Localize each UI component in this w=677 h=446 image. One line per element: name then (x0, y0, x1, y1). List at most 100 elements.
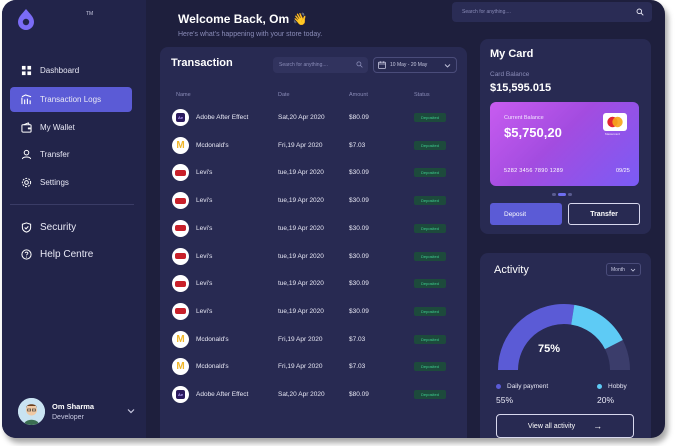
sidebar-item-label: Security (40, 222, 77, 233)
row-name: Levi's (196, 252, 213, 260)
row-date: Sat,20 Apr 2020 (278, 114, 325, 121)
legend-label: Daily payment (507, 383, 549, 390)
legend-hobby: Hobby 20% (597, 383, 627, 405)
chevron-down-icon[interactable] (126, 406, 136, 416)
carousel-dot[interactable] (568, 193, 572, 196)
card-balance-label: Card Balance (490, 71, 530, 78)
period-select[interactable]: Month (606, 263, 641, 276)
row-date: Sat,20 Apr 2020 (278, 391, 325, 398)
carousel-indicator[interactable] (552, 193, 572, 196)
sidebar-item-my-wallet[interactable]: My Wallet (10, 115, 132, 140)
shield-icon (20, 222, 32, 234)
sidebar-item-label: Settings (40, 178, 69, 187)
legend-value: 55% (496, 395, 514, 405)
row-amount: $7.03 (349, 335, 366, 343)
sidebar-item-settings[interactable]: Settings (10, 170, 132, 195)
row-amount: $30.09 (349, 280, 369, 288)
sidebar-item-transaction-logs[interactable]: Transaction Logs (10, 87, 132, 112)
carousel-dot[interactable] (552, 193, 556, 196)
row-name: Levi's (196, 169, 213, 177)
card-expiry: 09/25 (616, 168, 630, 174)
table-row[interactable]: Ae Adobe After Effect Sat,20 Apr 2020 $80.0… (160, 381, 467, 409)
app-window: TM Dashboard Transaction Logs My Wallet … (2, 0, 665, 438)
date-range-select[interactable]: 10 May - 20 May (373, 57, 457, 73)
table-row[interactable]: Levi's tue,19 Apr 2020 $30.09 Deposited (160, 270, 467, 298)
transaction-panel: Transaction Search for anything.... 10 M… (160, 47, 467, 438)
logo-icon (18, 9, 34, 30)
table-row[interactable]: Levi's tue,19 Apr 2020 $30.09 Deposited (160, 298, 467, 326)
search-icon[interactable] (636, 8, 644, 16)
gauge-percent: 75% (538, 343, 561, 355)
deposit-button[interactable]: Deposit (490, 203, 562, 225)
column-header-status: Status (414, 92, 430, 98)
sidebar-item-transfer[interactable]: Transfer (10, 142, 132, 167)
transaction-search-input[interactable]: Search for anything.... (273, 57, 368, 73)
sidebar-item-help-centre[interactable]: Help Centre (10, 242, 132, 267)
credit-card[interactable]: Current Balance $5,750,20 Mastercard 528… (490, 102, 639, 186)
table-row[interactable]: Levi's tue,19 Apr 2020 $30.09 Deposited (160, 187, 467, 215)
chart-icon (20, 94, 32, 106)
view-all-activity-button[interactable]: View all activity → (496, 414, 634, 438)
sidebar-item-security[interactable]: Security (10, 215, 132, 240)
current-balance-value: $5,750,20 (504, 125, 562, 140)
status-badge: Deposited (414, 306, 446, 316)
adobe-logo-icon: Ae (172, 386, 189, 403)
row-name: Mcdonald's (196, 141, 229, 149)
sidebar-item-dashboard[interactable]: Dashboard (10, 58, 132, 83)
status-badge: Deposited (414, 196, 446, 206)
gauge-hobby-segment (570, 304, 623, 350)
table-row[interactable]: Levi's tue,19 Apr 2020 $30.09 Deposited (160, 159, 467, 187)
user-profile[interactable]: Om Sharma Developer (18, 398, 138, 426)
gauge-daily-segment (498, 304, 575, 371)
status-badge: Deposited (414, 223, 446, 233)
sidebar-item-label: Help Centre (40, 249, 94, 260)
status-badge: Deposited (414, 140, 446, 150)
row-date: tue,19 Apr 2020 (278, 252, 324, 260)
chevron-down-icon (630, 268, 636, 272)
row-date: tue,19 Apr 2020 (278, 197, 324, 205)
mcdonalds-logo-icon: M (172, 136, 189, 154)
row-amount: $30.09 (349, 197, 369, 205)
adobe-logo-icon: Ae (172, 109, 189, 126)
row-amount: $80.09 (349, 114, 369, 121)
status-badge: Deposited (414, 168, 446, 178)
table-row[interactable]: Ae Adobe After Effect Sat,20 Apr 2020 $80.0… (160, 104, 467, 132)
transfer-button[interactable]: Transfer (568, 203, 640, 225)
table-row[interactable]: M Mcdonald's Fri,19 Apr 2020 $7.03 Deposited (160, 353, 467, 381)
page-subtitle: Here's what's happening with your store … (178, 31, 323, 38)
card-balance-value: $15,595.015 (490, 82, 552, 94)
profile-role: Developer (52, 414, 84, 421)
my-card-panel: My Card Card Balance $15,595.015 Current… (480, 39, 651, 234)
mastercard-icon (603, 113, 627, 131)
chevron-down-icon (444, 64, 451, 68)
status-badge: Deposited (414, 390, 446, 399)
row-name: Levi's (196, 307, 213, 315)
card-brand-text: Mastercard (605, 132, 621, 136)
calendar-icon (378, 61, 386, 69)
avatar (18, 398, 45, 425)
arrow-right-icon: → (593, 421, 603, 431)
view-all-label: View all activity (527, 422, 576, 430)
levis-logo-icon (172, 247, 189, 265)
levis-logo-icon (172, 219, 189, 237)
levis-logo-icon (172, 275, 189, 293)
table-row[interactable]: Levi's tue,19 Apr 2020 $30.09 Deposited (160, 215, 467, 243)
date-range-value: 10 May - 20 May (390, 62, 428, 68)
welcome-text: Welcome Back, Om (178, 12, 290, 26)
row-date: tue,19 Apr 2020 (278, 307, 324, 315)
carousel-dot-active[interactable] (558, 193, 566, 196)
table-row[interactable]: Levi's tue,19 Apr 2020 $30.09 Deposited (160, 243, 467, 271)
legend-dot (496, 383, 501, 389)
column-header-date: Date (278, 92, 290, 98)
table-row[interactable]: M Mcdonald's Fri,19 Apr 2020 $7.03 Deposited (160, 326, 467, 354)
status-badge: Deposited (414, 334, 446, 344)
row-date: tue,19 Apr 2020 (278, 169, 324, 177)
status-badge: Deposited (414, 362, 446, 372)
global-search-input[interactable]: Search for anything.... (452, 2, 652, 22)
row-amount: $7.03 (349, 141, 366, 149)
activity-panel: Activity Month 75% Daily payment 55% Hob… (480, 253, 651, 438)
row-name: Levi's (196, 280, 213, 288)
wallet-icon (20, 122, 32, 134)
levis-logo-icon (172, 302, 189, 320)
table-row[interactable]: M Mcdonald's Fri,19 Apr 2020 $7.03 Deposited (160, 132, 467, 160)
